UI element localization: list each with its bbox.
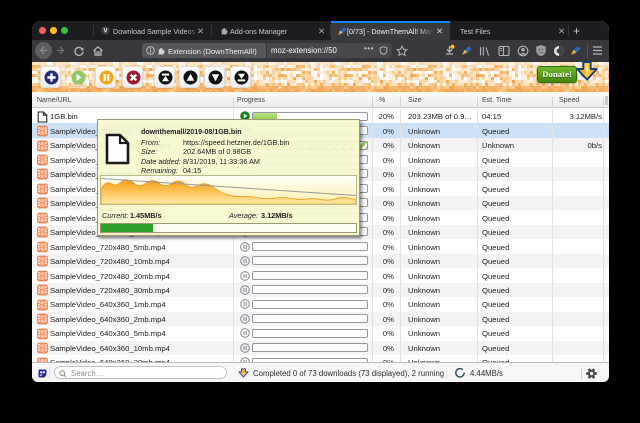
svg-text:V: V: [103, 29, 107, 35]
